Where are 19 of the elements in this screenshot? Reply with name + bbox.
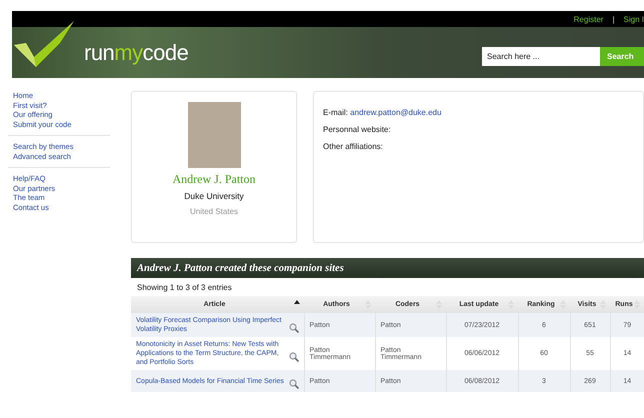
separator: | — [612, 14, 615, 24]
profile-country: United States — [190, 207, 238, 216]
detail-label: Personnal website: — [323, 125, 391, 134]
magnifier-icon[interactable] — [288, 352, 298, 362]
entries-info: Showing 1 to 3 of 3 entries — [136, 282, 233, 294]
detail-label: E-mail: — [323, 108, 348, 117]
section-title: Andrew J. Patton created these companion sites — [131, 258, 644, 278]
magnifier-icon[interactable] — [288, 323, 298, 333]
profile-name: Andrew J. Patton — [172, 172, 256, 187]
checkmark-logo-icon — [12, 20, 76, 66]
search-field[interactable]: Search here ... — [482, 47, 600, 66]
logo-text: runmycode — [84, 40, 188, 66]
magnifier-icon[interactable] — [288, 379, 298, 389]
profile-institution: Duke University — [184, 191, 244, 201]
detail-label: Other affiliations: — [323, 142, 383, 151]
email-link[interactable]: andrew.patton@duke.edu — [350, 108, 442, 117]
photo-placeholder — [188, 102, 240, 168]
sign-in-link[interactable]: Sign I — [624, 14, 644, 24]
register-link[interactable]: Register — [574, 14, 604, 24]
